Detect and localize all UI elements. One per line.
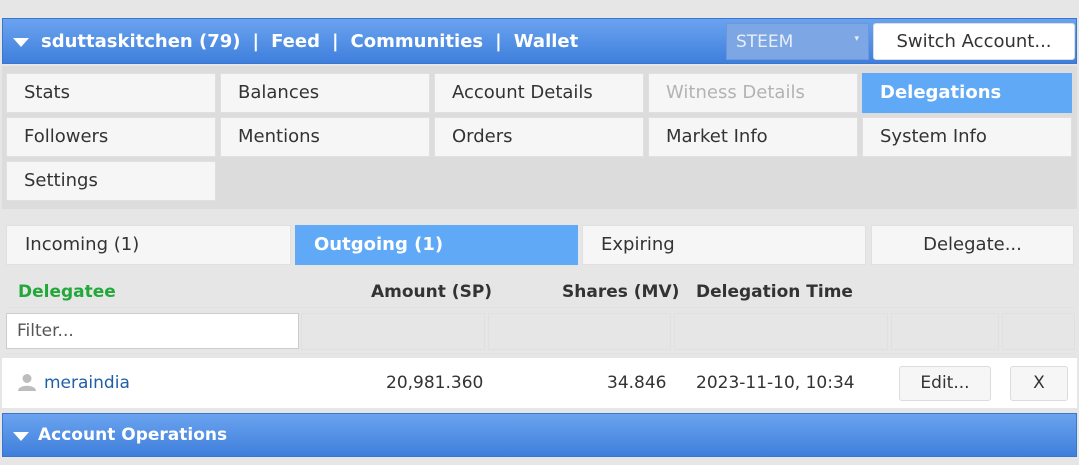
tab-balances[interactable]: Balances: [220, 73, 430, 113]
select-caret-icon: ▾: [854, 34, 859, 44]
tab-account-details[interactable]: Account Details: [434, 73, 644, 113]
collapse-triangle-icon[interactable]: [13, 432, 29, 441]
tab-market-info[interactable]: Market Info: [648, 117, 858, 157]
nav-feed[interactable]: Feed: [271, 31, 320, 52]
header-divider: [6, 307, 1075, 308]
switch-account-button[interactable]: Switch Account...: [873, 23, 1075, 60]
tab-witness-details[interactable]: Witness Details: [648, 73, 858, 113]
tab-orders[interactable]: Orders: [434, 117, 644, 157]
amount-value: 20,981.360: [386, 373, 484, 393]
tab-delegations[interactable]: Delegations: [862, 73, 1072, 113]
filter-divider: [6, 353, 1075, 354]
delegate-button[interactable]: Delegate...: [871, 225, 1074, 265]
nav-communities[interactable]: Communities: [351, 31, 484, 52]
column-header-amount[interactable]: Amount (SP): [371, 282, 492, 302]
nav-separator: |: [331, 30, 339, 52]
subtab-outgoing[interactable]: Outgoing (1): [295, 225, 578, 265]
account-operations-title: Account Operations: [38, 425, 228, 445]
collapse-triangle-icon[interactable]: [13, 38, 29, 47]
nav-wallet[interactable]: Wallet: [514, 31, 579, 52]
subtab-expiring[interactable]: Expiring: [582, 225, 866, 265]
nav-separator: |: [252, 30, 260, 52]
remove-delegation-button[interactable]: X: [1010, 366, 1068, 401]
filter-cell: [891, 313, 999, 350]
filter-input[interactable]: [6, 313, 299, 349]
filter-cell: [301, 313, 485, 350]
column-header-delegatee[interactable]: Delegatee: [18, 282, 116, 302]
top-nav: sduttaskitchen (79) | Feed | Communities…: [41, 19, 578, 63]
filter-cell: [1002, 313, 1075, 350]
token-select-value: STEEM: [736, 32, 794, 52]
token-select[interactable]: STEEM ▾: [726, 23, 869, 60]
tab-stats[interactable]: Stats: [6, 73, 216, 113]
shares-value: 34.846: [607, 373, 667, 393]
account-operations-bar[interactable]: Account Operations: [2, 413, 1077, 457]
nav-account[interactable]: sduttaskitchen (79): [41, 31, 241, 52]
tab-followers[interactable]: Followers: [6, 117, 216, 157]
column-header-delegation-time[interactable]: Delegation Time: [696, 282, 853, 302]
user-avatar-icon: [18, 374, 36, 391]
edit-delegation-button[interactable]: Edit...: [899, 366, 991, 401]
tab-system-info[interactable]: System Info: [862, 117, 1072, 157]
filter-cell: [674, 313, 888, 350]
delegatee-link[interactable]: meraindia: [44, 373, 130, 393]
delegation-time-value: 2023-11-10, 10:34: [696, 373, 855, 393]
column-header-shares[interactable]: Shares (MV): [562, 282, 679, 302]
account-header-bar: sduttaskitchen (79) | Feed | Communities…: [2, 18, 1077, 64]
tab-mentions[interactable]: Mentions: [220, 117, 430, 157]
filter-cell: [488, 313, 671, 350]
subtab-incoming[interactable]: Incoming (1): [6, 225, 291, 265]
tab-settings[interactable]: Settings: [6, 161, 216, 201]
nav-separator: |: [495, 30, 502, 52]
